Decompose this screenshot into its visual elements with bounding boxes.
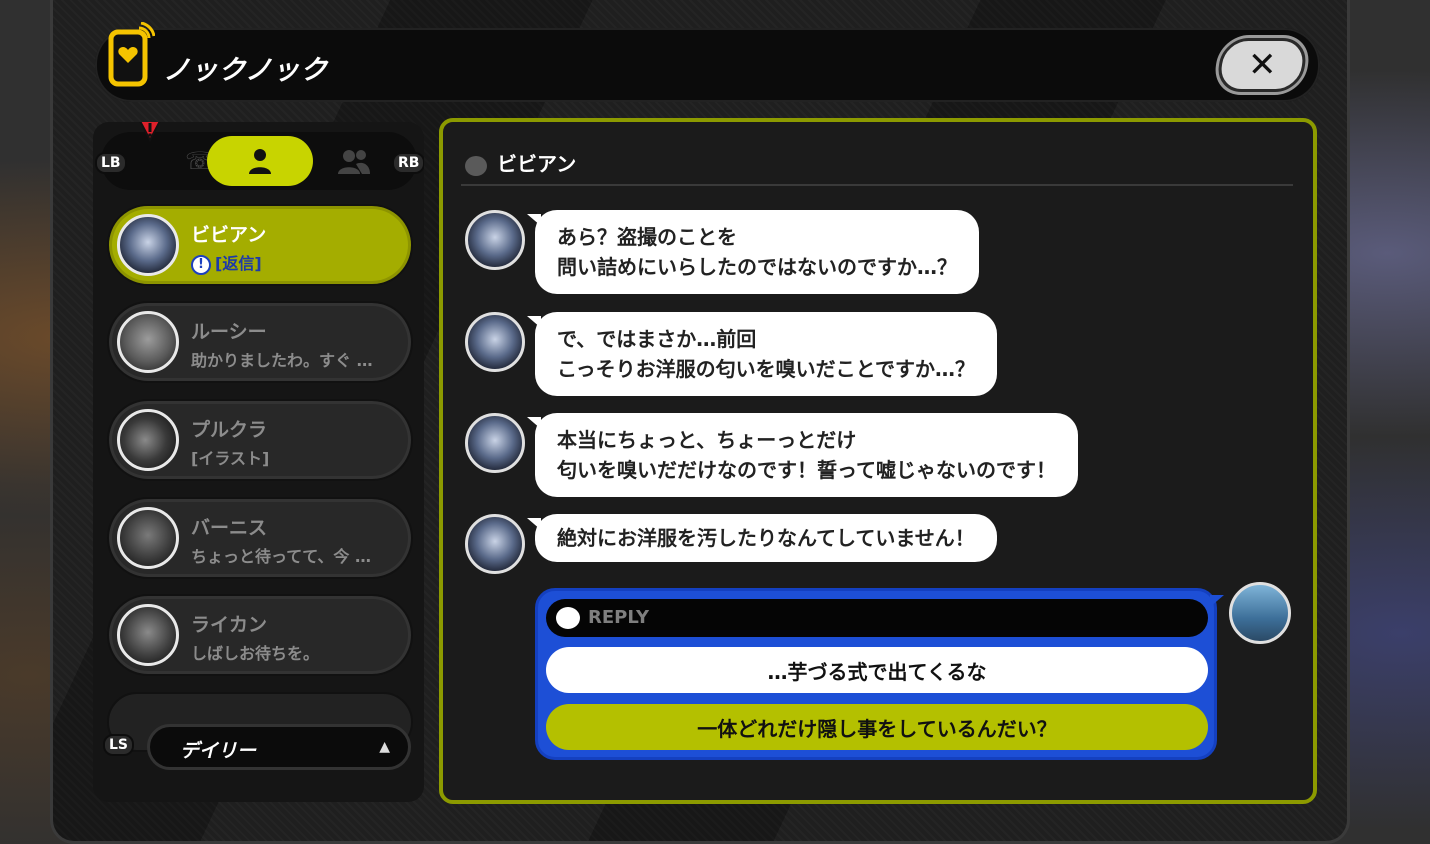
lb-button-hint[interactable]: LB xyxy=(95,152,127,174)
player-avatar xyxy=(1229,582,1291,644)
reply-option[interactable]: …芋づる式で出てくるな xyxy=(546,647,1208,693)
person-icon xyxy=(249,149,271,174)
contact-preview: ちょっと待ってて、今 … xyxy=(191,547,371,566)
close-button[interactable]: ✕ xyxy=(1215,38,1309,92)
contact-item-burnice[interactable]: バーニス ちょっと待ってて、今 … xyxy=(107,497,413,579)
alert-icon xyxy=(139,122,161,142)
contact-item-lycaon[interactable]: ライカン しばしお待ちを。 xyxy=(107,594,413,676)
contact-preview: 助かりましたわ。すぐ … xyxy=(191,351,373,370)
avatar xyxy=(465,210,525,270)
speech-bubble-icon xyxy=(556,607,580,629)
message-bubble: で、ではまさか…前回 こっそりお洋服の匂いを嗅いだことですか…？ xyxy=(527,312,997,396)
contact-name: バーニス xyxy=(191,517,268,539)
contact-item-pulchra[interactable]: プルクラ [イラスト] xyxy=(107,399,413,481)
chat-panel: ビビアン あら？盗撮のことを 問い詰めにいらしたのではないのですか…？ で、では… xyxy=(439,118,1317,804)
contact-list-panel: LB ☏ RB ビビアン ! [返信] ルーシー 助かりましたわ。すぐ … プル… xyxy=(93,122,424,802)
tab-individual[interactable] xyxy=(207,136,313,186)
contact-name: ビビアン xyxy=(191,224,267,246)
message-line: 本当にちょっと、ちょーっとだけ xyxy=(557,428,857,452)
app-title: ノックノック xyxy=(163,55,329,86)
contact-name: ルーシー xyxy=(191,321,267,343)
message-line: 匂いを嗅いだだけなのです！誓って嘘じゃないのです！ xyxy=(557,458,1056,482)
contact-name: プルクラ xyxy=(191,419,268,441)
message-bubble: 本当にちょっと、ちょーっとだけ 匂いを嗅いだだけなのです！誓って嘘じゃないのです… xyxy=(527,413,1078,497)
avatar xyxy=(465,312,525,372)
avatar xyxy=(117,214,179,276)
message-line: で、ではまさか…前回 xyxy=(557,327,757,351)
filter-label: デイリー xyxy=(180,740,257,762)
reply-option-selected[interactable]: 一体どれだけ隠し事をしているんだい？ xyxy=(546,704,1208,750)
contact-preview-row: ! [返信] xyxy=(191,250,406,275)
reply-label: REPLY xyxy=(588,607,650,628)
message-bubble: 絶対にお洋服を汚したりなんてしていません！ xyxy=(527,514,997,562)
message-line: 絶対にお洋服を汚したりなんてしていません！ xyxy=(557,526,975,550)
avatar xyxy=(465,514,525,574)
message-bubble: あら？盗撮のことを 問い詰めにいらしたのではないのですか…？ xyxy=(527,210,979,294)
phone-heart-icon xyxy=(108,22,155,87)
reply-panel: REPLY …芋づる式で出てくるな 一体どれだけ隠し事をしているんだい？ xyxy=(535,588,1224,760)
chat-partner-name: ビビアン xyxy=(497,152,577,176)
notification-icon: ! xyxy=(191,254,211,275)
avatar xyxy=(117,604,179,666)
message-line: こっそりお洋服の匂いを嗅いだことですか…？ xyxy=(557,357,975,381)
contact-preview: しばしお待ちを。 xyxy=(191,644,320,663)
avatar xyxy=(117,409,179,471)
contact-name: ライカン xyxy=(191,614,268,636)
contact-item-vivian[interactable]: ビビアン ! [返信] xyxy=(107,204,413,286)
group-icon xyxy=(338,150,370,174)
avatar xyxy=(465,413,525,473)
contact-preview: [イラスト] xyxy=(191,449,270,468)
ls-button-hint[interactable]: LS xyxy=(103,734,135,756)
reply-header: REPLY xyxy=(546,599,1208,637)
avatar xyxy=(117,507,179,569)
avatar xyxy=(117,311,179,373)
filter-dropdown[interactable]: デイリー ▲ xyxy=(147,724,411,770)
triangle-up-icon: ▲ xyxy=(379,739,390,755)
knock-knock-window: ノックノック ✕ LB ☏ RB ビビアン ! [返信] ルーシー 助かりました… xyxy=(50,0,1350,844)
contact-item-lucy[interactable]: ルーシー 助かりましたわ。すぐ … xyxy=(107,301,413,383)
message-line: 問い詰めにいらしたのではないのですか…？ xyxy=(557,255,957,279)
rb-button-hint[interactable]: RB xyxy=(392,152,424,174)
contact-preview: [返信] xyxy=(215,254,262,273)
chat-header: ビビアン xyxy=(465,148,576,177)
close-icon: ✕ xyxy=(1247,45,1277,85)
divider xyxy=(461,184,1293,186)
message-line: あら？盗撮のことを xyxy=(557,225,737,249)
chat-bubble-icon xyxy=(465,155,487,176)
